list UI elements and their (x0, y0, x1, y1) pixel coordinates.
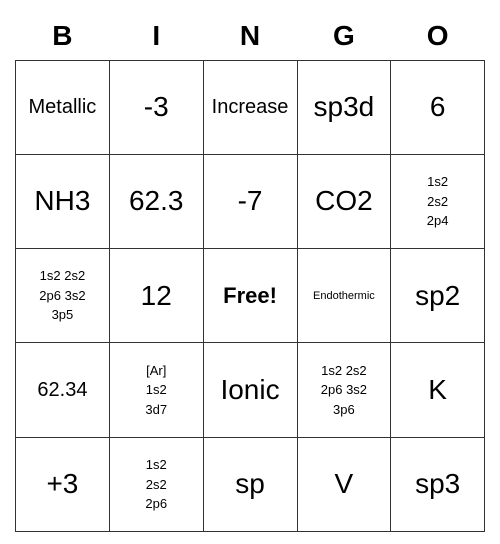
table-cell: -7 (203, 154, 297, 248)
table-row: Metallic-3Increasesp3d6 (16, 60, 485, 154)
table-cell: CO2 (297, 154, 391, 248)
table-cell: K (391, 343, 485, 437)
header-b: B (16, 12, 110, 60)
table-cell: Metallic (16, 60, 110, 154)
table-cell: NH3 (16, 154, 110, 248)
table-cell: 1s2 2s2 2p6 3s2 3p6 (297, 343, 391, 437)
table-row: 62.34[Ar] 1s2 3d7Ionic1s2 2s2 2p6 3s2 3p… (16, 343, 485, 437)
bingo-table: B I N G O Metallic-3Increasesp3d6NH362.3… (15, 12, 485, 532)
table-row: NH362.3-7CO21s2 2s2 2p4 (16, 154, 485, 248)
table-cell: V (297, 437, 391, 531)
table-row: 1s2 2s2 2p6 3s2 3p512Free!Endothermicsp2 (16, 249, 485, 343)
table-cell: Free! (203, 249, 297, 343)
table-cell: sp3d (297, 60, 391, 154)
table-cell: +3 (16, 437, 110, 531)
table-cell: Ionic (203, 343, 297, 437)
table-cell: [Ar] 1s2 3d7 (109, 343, 203, 437)
bingo-card: B I N G O Metallic-3Increasesp3d6NH362.3… (15, 12, 485, 532)
table-cell: 62.34 (16, 343, 110, 437)
table-cell: Endothermic (297, 249, 391, 343)
header-g: G (297, 12, 391, 60)
header-n: N (203, 12, 297, 60)
header-i: I (109, 12, 203, 60)
table-cell: 1s2 2s2 2p4 (391, 154, 485, 248)
header-row: B I N G O (16, 12, 485, 60)
table-cell: sp (203, 437, 297, 531)
header-o: O (391, 12, 485, 60)
table-cell: sp3 (391, 437, 485, 531)
table-cell: 1s2 2s2 2p6 3s2 3p5 (16, 249, 110, 343)
table-cell: 62.3 (109, 154, 203, 248)
table-cell: -3 (109, 60, 203, 154)
table-cell: Increase (203, 60, 297, 154)
table-cell: 12 (109, 249, 203, 343)
table-row: +31s2 2s2 2p6spVsp3 (16, 437, 485, 531)
table-cell: 1s2 2s2 2p6 (109, 437, 203, 531)
table-cell: sp2 (391, 249, 485, 343)
table-cell: 6 (391, 60, 485, 154)
